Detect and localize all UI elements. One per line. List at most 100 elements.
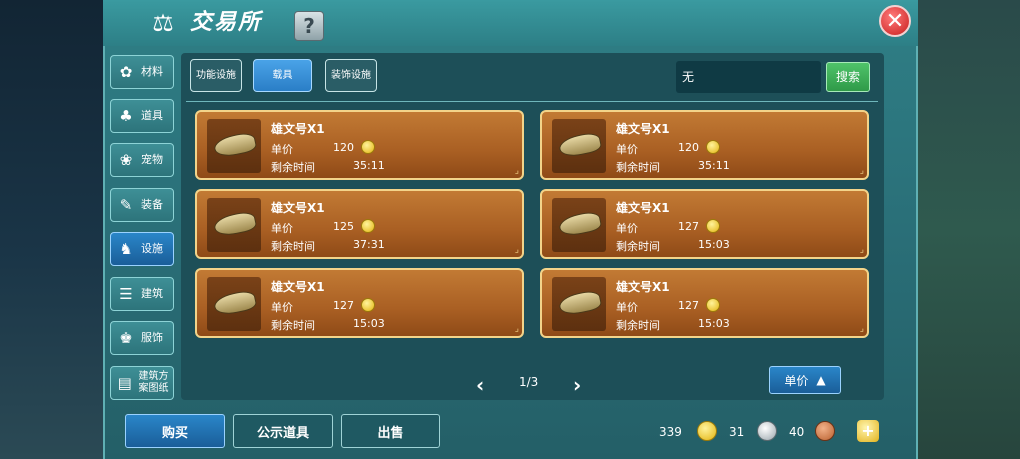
- sort-label: 单价: [784, 373, 809, 388]
- listing-card[interactable]: 雄文号X1 单价 127 剩余时间 15:03 ⌟: [540, 189, 869, 259]
- building-icon: ☰: [119, 285, 133, 303]
- time-left: 15:03: [698, 317, 730, 330]
- time-left: 15:03: [698, 238, 730, 251]
- item-name: 雄文号X1: [271, 280, 325, 294]
- time-left-label: 剩余时间: [271, 240, 315, 253]
- price-label: 单价: [271, 301, 293, 314]
- silver-coin-icon: [757, 421, 777, 441]
- sell-button[interactable]: 出售: [341, 414, 440, 448]
- corner-ornament-icon: ⌟: [859, 166, 864, 176]
- corner-ornament-icon: ⌟: [859, 245, 864, 255]
- help-button[interactable]: ?: [294, 11, 324, 41]
- sidebar-item-label: 建筑方案图纸: [138, 371, 169, 394]
- public-items-button[interactable]: 公示道具: [233, 414, 333, 448]
- unit-price: 120: [333, 141, 354, 154]
- sidebar-item-label: 材料: [141, 65, 163, 78]
- corner-ornament-icon: ⌟: [514, 245, 519, 255]
- unit-price: 120: [678, 141, 699, 154]
- sidebar-item-label: 宠物: [141, 153, 163, 166]
- sidebar-item-2[interactable]: ❀ 宠物: [110, 143, 174, 177]
- clothing-icon: ♚: [119, 329, 133, 347]
- corner-ornament-icon: ⌟: [859, 324, 864, 334]
- sidebar-item-label: 设施: [141, 242, 163, 255]
- price-label: 单价: [616, 301, 638, 314]
- listing-card[interactable]: 雄文号X1 单价 120 剩余时间 35:11 ⌟: [195, 110, 524, 180]
- listing-card[interactable]: 雄文号X1 单价 127 剩余时间 15:03 ⌟: [540, 268, 869, 338]
- sort-arrow-icon: ▲: [816, 373, 826, 387]
- item-name: 雄文号X1: [616, 280, 670, 294]
- listing-card[interactable]: 雄文号X1 单价 125 剩余时间 37:31 ⌟: [195, 189, 524, 259]
- sidebar-item-label: 建筑: [141, 287, 163, 300]
- time-left-label: 剩余时间: [616, 240, 660, 253]
- search-input[interactable]: 无: [676, 61, 821, 93]
- unit-price: 127: [678, 299, 699, 312]
- gold-coin-icon: [706, 219, 720, 233]
- divider: [186, 101, 878, 102]
- time-left-label: 剩余时间: [271, 319, 315, 332]
- gold-coin-icon: [706, 140, 720, 154]
- silver-amount: 31: [729, 425, 745, 439]
- page-title: 交易所: [190, 10, 263, 35]
- sidebar-item-6[interactable]: ♚ 服饰: [110, 321, 174, 355]
- time-left-label: 剩余时间: [616, 319, 660, 332]
- next-page-button[interactable]: ›: [573, 373, 581, 397]
- sidebar-item-5[interactable]: ☰ 建筑: [110, 277, 174, 311]
- sidebar-item-7[interactable]: ▤ 建筑方案图纸: [110, 366, 174, 400]
- gold-coin-icon: [697, 421, 717, 441]
- time-left: 15:03: [353, 317, 385, 330]
- time-left: 37:31: [353, 238, 385, 251]
- gold-coin-icon: [361, 140, 375, 154]
- gold-coin-icon: [361, 219, 375, 233]
- buy-button[interactable]: 购买: [125, 414, 225, 448]
- scale-icon: ⚖: [152, 9, 174, 37]
- unit-price: 125: [333, 220, 354, 233]
- add-currency-icon[interactable]: +: [857, 420, 879, 442]
- sidebar-item-label: 装备: [141, 198, 163, 211]
- gold-coin-icon: [361, 298, 375, 312]
- listing-card[interactable]: 雄文号X1 单价 127 剩余时间 15:03 ⌟: [195, 268, 524, 338]
- time-left: 35:11: [353, 159, 385, 172]
- sidebar-item-label: 道具: [141, 109, 163, 122]
- horse-icon: ♞: [119, 240, 133, 258]
- copper-amount: 40: [789, 425, 805, 439]
- price-label: 单价: [616, 143, 638, 156]
- tab-functional-facilities[interactable]: 功能设施: [190, 59, 242, 92]
- item-name: 雄文号X1: [271, 201, 325, 215]
- gold-coin-icon: [706, 298, 720, 312]
- sort-by-price-button[interactable]: 单价 ▲: [769, 366, 841, 394]
- price-label: 单价: [271, 143, 293, 156]
- tab-vehicles[interactable]: 载具: [253, 59, 312, 92]
- prev-page-button[interactable]: ‹: [476, 373, 484, 397]
- search-button[interactable]: 搜索: [826, 62, 870, 92]
- item-name: 雄文号X1: [271, 122, 325, 136]
- time-left-label: 剩余时间: [616, 161, 660, 174]
- sidebar-item-label: 服饰: [141, 331, 163, 344]
- page-indicator: 1/3: [519, 375, 539, 389]
- sidebar-item-4[interactable]: ♞ 设施: [110, 232, 174, 266]
- gold-amount: 339: [659, 425, 682, 439]
- corner-ornament-icon: ⌟: [514, 324, 519, 334]
- paw-icon: ❀: [119, 151, 133, 169]
- corner-ornament-icon: ⌟: [514, 166, 519, 176]
- background-scene-left: [0, 0, 110, 459]
- blueprint-icon: ▤: [117, 374, 132, 392]
- potion-icon: ♣: [119, 107, 133, 125]
- item-name: 雄文号X1: [616, 201, 670, 215]
- equipment-icon: ✎: [119, 196, 133, 214]
- sidebar-item-0[interactable]: ✿ 材料: [110, 55, 174, 89]
- time-left: 35:11: [698, 159, 730, 172]
- unit-price: 127: [333, 299, 354, 312]
- price-label: 单价: [271, 222, 293, 235]
- price-label: 单价: [616, 222, 638, 235]
- tab-decoration-facilities[interactable]: 装饰设施: [325, 59, 377, 92]
- unit-price: 127: [678, 220, 699, 233]
- background-scene-right: [910, 0, 1020, 459]
- close-button[interactable]: ✕: [879, 5, 911, 37]
- time-left-label: 剩余时间: [271, 161, 315, 174]
- sidebar-item-1[interactable]: ♣ 道具: [110, 99, 174, 133]
- listing-card[interactable]: 雄文号X1 单价 120 剩余时间 35:11 ⌟: [540, 110, 869, 180]
- item-name: 雄文号X1: [616, 122, 670, 136]
- copper-coin-icon: [815, 421, 835, 441]
- sidebar-item-3[interactable]: ✎ 装备: [110, 188, 174, 222]
- materials-icon: ✿: [119, 63, 133, 81]
